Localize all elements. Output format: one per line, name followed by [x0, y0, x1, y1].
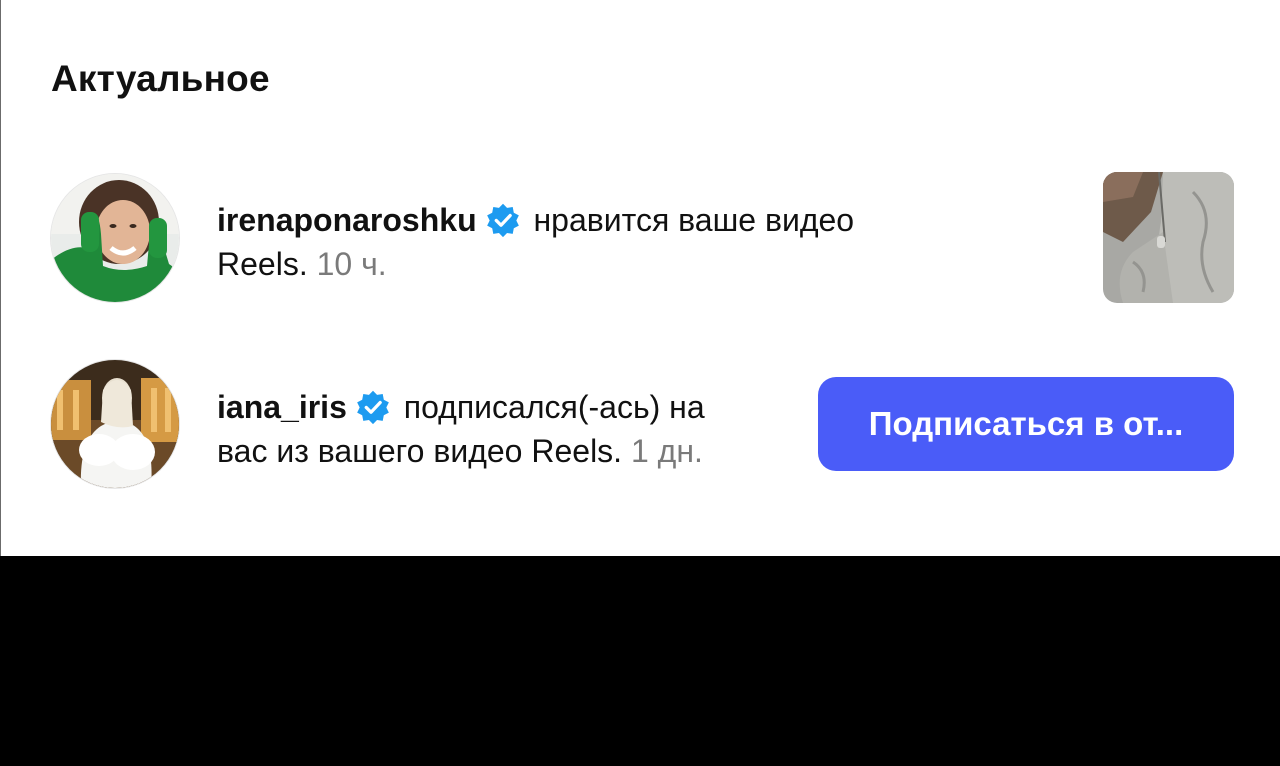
username-link[interactable]: iana_iris — [217, 389, 347, 425]
notification-text: irenaponaroshku нравится ваше видео Reel… — [217, 198, 997, 286]
verified-badge-icon — [486, 203, 519, 238]
timestamp: 1 дн. — [630, 433, 703, 469]
notification-action-cont: Reels. — [217, 246, 308, 282]
notification-text: iana_iris подписался(-ась) на вас из ваш… — [217, 385, 817, 473]
user-avatar[interactable] — [51, 174, 179, 302]
section-title: Актуальное — [51, 58, 270, 99]
follow-back-button[interactable]: Подписаться в от... — [818, 377, 1234, 471]
activity-panel: Актуальное irenaponaroshku нравится ваше… — [0, 0, 1280, 556]
notification-action: подписался(-ась) на — [403, 389, 705, 425]
verified-badge-icon — [357, 390, 389, 425]
timestamp: 10 ч. — [316, 246, 387, 282]
username-link[interactable]: irenaponaroshku — [217, 202, 477, 238]
notification-action-cont: вас из вашего видео Reels. — [217, 433, 623, 469]
notification-action: нравится ваше видео — [533, 202, 855, 238]
user-avatar[interactable] — [51, 360, 179, 488]
reel-thumbnail[interactable] — [1103, 172, 1234, 303]
